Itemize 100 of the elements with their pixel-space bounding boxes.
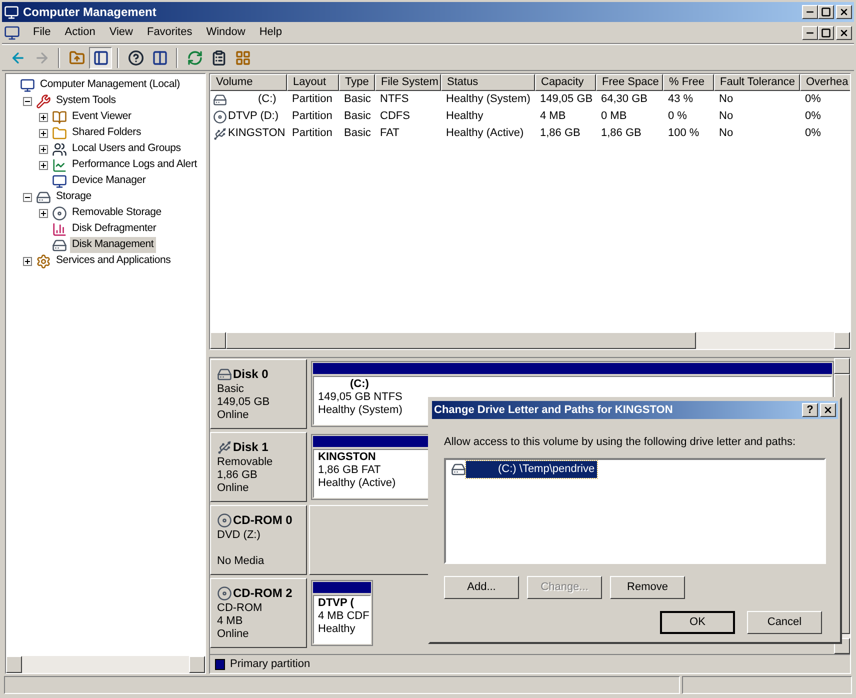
disk-info: 149,05 GB bbox=[217, 396, 271, 409]
tree-item[interactable]: Storage bbox=[54, 189, 94, 205]
disk-info: 4 MB bbox=[217, 615, 244, 628]
disc-icon bbox=[52, 206, 67, 220]
horizontal-scrollbar[interactable] bbox=[210, 332, 850, 349]
tree-item[interactable]: Services and Applications bbox=[54, 253, 173, 269]
monitor-icon bbox=[4, 24, 20, 40]
column-header[interactable]: % Free bbox=[663, 74, 714, 91]
tree-item[interactable]: Shared Folders bbox=[70, 125, 143, 141]
column-header[interactable]: Fault Tolerance bbox=[714, 74, 800, 91]
expand-toggle[interactable] bbox=[39, 112, 48, 122]
collapse-toggle[interactable] bbox=[23, 96, 32, 106]
minimize-button[interactable] bbox=[802, 5, 818, 19]
bar-chart-icon bbox=[52, 222, 67, 236]
minimize-button[interactable] bbox=[802, 26, 818, 40]
table-cell-text: 1,86 GB bbox=[540, 126, 580, 142]
table-cell-text: No bbox=[719, 92, 734, 108]
table-cell-text: Healthy (System) bbox=[446, 92, 530, 108]
back-icon bbox=[10, 50, 26, 66]
menu-item[interactable]: Window bbox=[199, 24, 252, 41]
column-header[interactable]: Overhea bbox=[800, 74, 850, 91]
disk-info: Online bbox=[217, 482, 250, 495]
expand-toggle[interactable] bbox=[23, 256, 32, 266]
monitor-icon bbox=[20, 78, 35, 92]
table-cell-text: Partition bbox=[292, 109, 332, 124]
close-icon bbox=[839, 7, 849, 17]
table-cell-text: DTVP (D:) bbox=[228, 109, 279, 124]
collapse-toggle[interactable] bbox=[23, 192, 32, 202]
menu-item[interactable]: View bbox=[102, 24, 140, 41]
expand-toggle[interactable] bbox=[39, 208, 48, 218]
partition-block[interactable]: DTVP ( 4 MB CDF Healthy bbox=[311, 580, 373, 646]
close-button[interactable] bbox=[820, 403, 836, 417]
disk-info: Basic bbox=[217, 383, 245, 396]
column-header[interactable]: Layout bbox=[287, 74, 339, 91]
table-cell-text: No bbox=[719, 109, 734, 124]
expand-toggle[interactable] bbox=[39, 128, 48, 138]
table-cell-text: FAT bbox=[380, 126, 400, 142]
partition-size: 1,86 GB FAT bbox=[318, 464, 381, 477]
path-item[interactable]: (C:) \Temp\pendrive bbox=[466, 461, 597, 478]
toolbar-button[interactable] bbox=[89, 46, 112, 68]
tree-item[interactable]: Device Manager bbox=[70, 173, 148, 189]
dialog-button[interactable]: Add... bbox=[444, 576, 519, 598]
disk-info: 1,86 GB bbox=[217, 469, 258, 482]
forward-icon bbox=[34, 50, 50, 66]
hard-drive-icon bbox=[451, 462, 466, 477]
column-header[interactable]: Free Space bbox=[596, 74, 663, 91]
help-button[interactable]: ? bbox=[802, 403, 818, 417]
maximize-icon bbox=[821, 7, 831, 17]
hard-drive-icon bbox=[213, 92, 227, 106]
table-cell-text: 0 % bbox=[668, 109, 687, 124]
tree-item[interactable]: Computer Management (Local) bbox=[38, 77, 182, 93]
disk-name: Disk 1 bbox=[233, 439, 268, 456]
refresh-icon bbox=[186, 50, 202, 66]
tree-item[interactable]: Disk Management bbox=[70, 237, 156, 253]
partition-status: Healthy bbox=[318, 623, 356, 636]
disk-info: Online bbox=[217, 628, 250, 641]
partition-label: DTVP ( bbox=[318, 597, 354, 610]
tree-item[interactable]: Disk Defragmenter bbox=[70, 221, 158, 237]
close-button[interactable] bbox=[836, 26, 852, 40]
table-cell-text: Partition bbox=[292, 92, 332, 108]
column-header[interactable]: Volume bbox=[210, 74, 287, 91]
tree-item[interactable]: Removable Storage bbox=[70, 205, 164, 221]
gear-icon bbox=[36, 254, 51, 268]
wrench-icon bbox=[36, 94, 51, 108]
disk-info: No Media bbox=[217, 555, 266, 568]
usb-icon bbox=[217, 440, 232, 454]
restore-button[interactable] bbox=[818, 26, 834, 40]
dialog-button[interactable]: Cancel bbox=[747, 610, 822, 634]
menu-item[interactable]: Help bbox=[252, 24, 289, 41]
monitor-icon bbox=[52, 174, 67, 188]
tree-item[interactable]: System Tools bbox=[54, 93, 118, 109]
column-header[interactable]: Status bbox=[441, 74, 535, 91]
users-icon bbox=[52, 142, 67, 156]
dialog-button[interactable]: Remove bbox=[610, 576, 685, 598]
column-header[interactable]: Capacity bbox=[535, 74, 596, 91]
disk-info: CD-ROM bbox=[217, 602, 264, 615]
tree-item[interactable]: Event Viewer bbox=[70, 109, 134, 125]
column-header[interactable]: File System bbox=[375, 74, 441, 91]
expand-toggle[interactable] bbox=[39, 160, 48, 170]
menu-item[interactable]: Favorites bbox=[140, 24, 200, 41]
close-button[interactable] bbox=[836, 5, 852, 19]
dialog-button[interactable]: OK bbox=[660, 610, 735, 634]
disk-info: Removable bbox=[217, 456, 274, 469]
partition-status: Healthy (System) bbox=[318, 404, 402, 417]
folder-up-icon bbox=[68, 50, 84, 66]
chart-icon bbox=[52, 158, 67, 172]
menu-item[interactable]: File bbox=[26, 24, 58, 41]
tree-item[interactable]: Local Users and Groups bbox=[70, 141, 183, 157]
table-cell-text: NTFS bbox=[380, 92, 409, 108]
tree-item[interactable]: Performance Logs and Alert bbox=[70, 157, 199, 173]
maximize-button[interactable] bbox=[818, 5, 834, 19]
properties-icon bbox=[210, 50, 226, 66]
horizontal-scrollbar[interactable] bbox=[6, 656, 205, 673]
menu-item[interactable]: Action bbox=[58, 24, 102, 41]
restore-icon bbox=[821, 28, 831, 38]
column-header[interactable]: Type bbox=[339, 74, 375, 91]
expand-toggle[interactable] bbox=[39, 144, 48, 154]
table-cell-text: Healthy bbox=[446, 109, 484, 124]
table-cell-text: 1,86 GB bbox=[601, 126, 642, 142]
disc-icon bbox=[217, 586, 232, 600]
